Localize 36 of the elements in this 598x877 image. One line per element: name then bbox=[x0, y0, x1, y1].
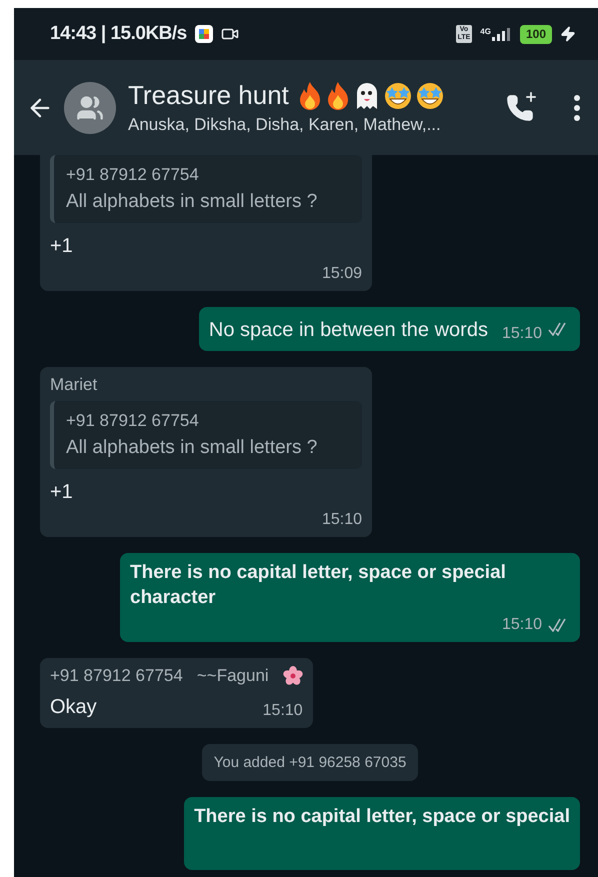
message-text: +1 bbox=[50, 480, 74, 505]
group-icon bbox=[76, 94, 104, 122]
network-type: 4G bbox=[480, 27, 491, 36]
quote-sender: +91 87912 67754 bbox=[66, 165, 200, 185]
app-icon bbox=[194, 25, 213, 43]
plus-icon bbox=[524, 90, 538, 104]
message-time: 15:10 bbox=[262, 702, 303, 720]
message-text: Okay bbox=[50, 695, 97, 720]
quoted-message[interactable]: +91 87912 67754 All alphabets in small letters ? bbox=[50, 401, 362, 469]
star-eyes-face-icon bbox=[382, 80, 413, 110]
phone-icon bbox=[506, 94, 534, 122]
sender-name: ~~Faguni bbox=[196, 666, 269, 686]
group-title[interactable]: Treasure hunt bbox=[128, 80, 289, 111]
message-text: +1 bbox=[50, 234, 74, 259]
star-eyes-face-icon bbox=[414, 80, 445, 110]
sender-name: Mariet bbox=[50, 375, 98, 395]
message-time: 15:10 bbox=[502, 325, 542, 343]
message-time: 15:09 bbox=[322, 265, 362, 283]
message-time: 15:10 bbox=[502, 616, 542, 634]
group-avatar[interactable] bbox=[64, 82, 116, 134]
status-time-speed: 14:43 | 15.0KB/s bbox=[50, 23, 187, 45]
sender-number: +91 87912 67754 bbox=[50, 666, 183, 686]
message-text: There is no capital letter, space or special character bbox=[130, 561, 507, 610]
signal-icon bbox=[492, 27, 512, 41]
menu-icon bbox=[574, 94, 580, 120]
group-members: Anuska, Diksha, Disha, Karen, Mathew,... bbox=[128, 115, 442, 135]
quote-sender: +91 87912 67754 bbox=[66, 411, 200, 431]
message-time: 15:10 bbox=[322, 511, 362, 529]
quote-text: All alphabets in small letters ? bbox=[66, 437, 318, 459]
battery-indicator: 100 bbox=[520, 24, 552, 44]
quote-text: All alphabets in small letters ? bbox=[66, 191, 318, 213]
quoted-message[interactable]: +91 87912 67754 All alphabets in small letters ? bbox=[50, 155, 362, 223]
message-text: No space in between the words bbox=[208, 318, 488, 343]
system-message: You added +91 96258 67035 bbox=[202, 744, 418, 782]
message-text: There is no capital letter, space or special bbox=[194, 805, 570, 830]
flower-icon bbox=[282, 666, 303, 686]
